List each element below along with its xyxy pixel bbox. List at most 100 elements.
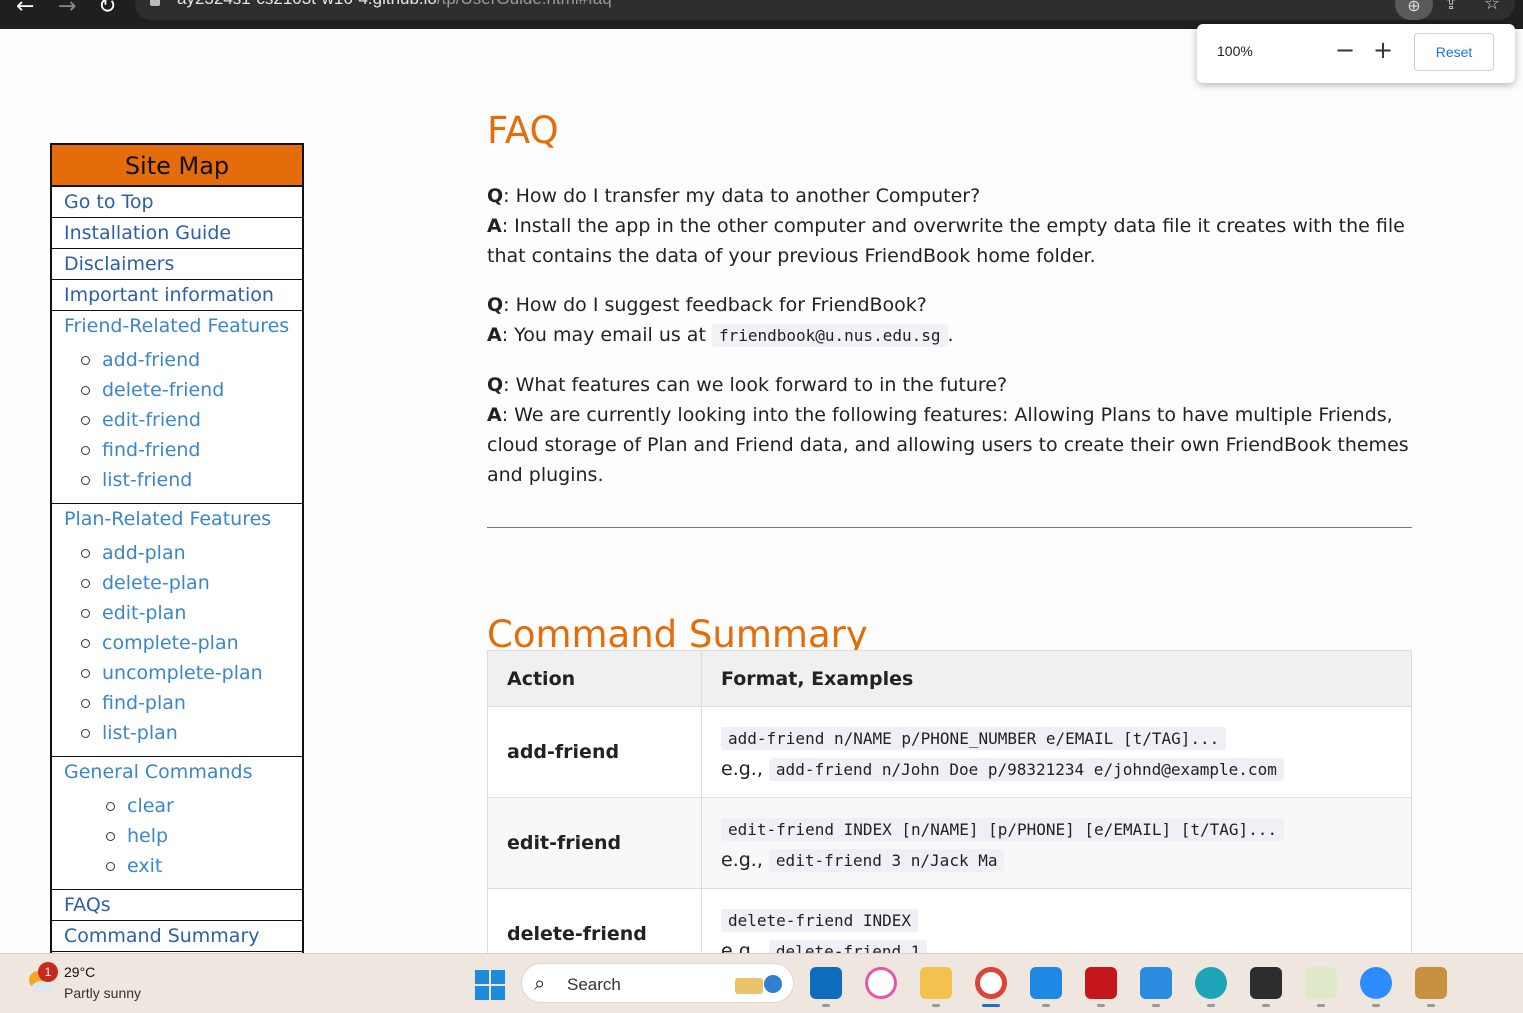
paint-running-indicator [1317,1004,1325,1007]
sitemap-link-plan-features[interactable]: Plan-Related Features [64,508,302,538]
question-label: Q [487,374,504,396]
answer-label: A [487,324,502,346]
sitemap-link-delete-plan[interactable]: delete-plan [64,568,302,598]
sitemap-link-installation-guide[interactable]: Installation Guide [52,218,302,249]
format-cell: edit-friend INDEX [n/NAME] [p/PHONE] [e/… [701,797,1412,889]
outlook-icon[interactable] [810,967,842,999]
sitemap-link-clear[interactable]: clear [64,791,302,821]
notepad-icon[interactable] [1140,967,1172,999]
site-map: Site Map Go to Top Installation Guide Di… [50,143,304,955]
terminal-running-indicator [1262,1004,1270,1007]
section-divider [487,527,1412,528]
column-header-format: Format, Examples [701,650,1412,707]
sitemap-link-uncomplete-plan[interactable]: uncomplete-plan [64,658,302,688]
format-code: add-friend n/NAME p/PHONE_NUMBER e/EMAIL… [721,727,1227,750]
question-text: : How do I suggest feedback for FriendBo… [503,294,927,316]
edge-icon[interactable] [1195,967,1227,999]
weather-condition[interactable]: Partly sunny [64,985,141,1001]
zoom-reset-button[interactable]: Reset [1414,33,1494,71]
example-code: add-friend n/John Doe p/98321234 e/johnd… [768,758,1284,781]
back-icon[interactable]: ← [16,0,34,19]
sitemap-general-group: General Commands clear help exit [52,757,302,890]
zoom-in-button[interactable]: + [1373,36,1393,64]
sitemap-link-friend-features[interactable]: Friend-Related Features [64,315,302,345]
contacts-icon[interactable] [1415,967,1447,999]
zoom-popup: 100% − + Reset [1197,24,1515,83]
forward-icon[interactable]: → [58,0,76,19]
vscode-icon[interactable] [1030,967,1062,999]
file-explorer-icon[interactable] [920,967,952,999]
sitemap-link-important-information[interactable]: Important information [52,280,302,311]
sitemap-link-find-plan[interactable]: find-plan [64,688,302,718]
sitemap-link-add-friend[interactable]: add-friend [64,345,302,375]
sitemap-link-complete-plan[interactable]: complete-plan [64,628,302,658]
zoom-icon[interactable] [1360,967,1392,999]
faq-item: Q: What features can we look forward to … [487,370,1412,490]
answer-label: A [487,215,502,237]
sitemap-link-find-friend[interactable]: find-friend [64,435,302,465]
sitemap-link-edit-plan[interactable]: edit-plan [64,598,302,628]
sitemap-link-list-friend[interactable]: list-friend [64,465,302,495]
main-content: FAQ Q: How do I transfer my data to anot… [487,105,1412,661]
zoom-running-indicator [1372,1004,1380,1007]
site-map-title: Site Map [52,145,302,187]
example-code: edit-friend 3 n/Jack Ma [768,849,1005,872]
format-code: edit-friend INDEX [n/NAME] [p/PHONE] [e/… [721,818,1285,841]
sitemap-link-delete-friend[interactable]: delete-friend [64,375,302,405]
search-placeholder: Search [567,975,621,994]
table-header-row: Action Format, Examples [487,650,1412,707]
sitemap-plan-group: Plan-Related Features add-plan delete-pl… [52,504,302,757]
chrome-active-indicator [982,1004,1000,1007]
search-highlight-icon [735,975,782,994]
sitemap-link-disclaimers[interactable]: Disclaimers [52,249,302,280]
question-label: Q [487,294,504,316]
action-cell: edit-friend [487,797,702,889]
notification-badge: 1 [38,962,58,982]
url-text[interactable]: ay2324s1-cs2103t-w16-4.github.io/tp/User… [177,0,612,9]
notepad-running-indicator [1152,1004,1160,1007]
share-icon[interactable]: ⇪ [1444,0,1458,14]
sitemap-link-edit-friend[interactable]: edit-friend [64,405,302,435]
sitemap-link-general-commands[interactable]: General Commands [64,761,302,791]
reload-icon[interactable]: ↻ [98,0,116,19]
sitemap-friend-group: Friend-Related Features add-friend delet… [52,311,302,504]
format-cell: add-friend n/NAME p/PHONE_NUMBER e/EMAIL… [701,706,1412,798]
sitemap-link-help[interactable]: help [64,821,302,851]
edge-running-indicator [1207,1004,1215,1007]
itunes-icon[interactable] [865,967,897,999]
table-row: add-friend add-friend n/NAME p/PHONE_NUM… [487,706,1412,798]
format-code: delete-friend INDEX [721,909,919,932]
column-header-action: Action [487,650,702,707]
sitemap-link-command-summary[interactable]: Command Summary [52,921,302,952]
windows-taskbar: 1 29°C Partly sunny ⌕ Search [0,953,1523,1013]
answer-text-end: . [947,324,954,346]
example-label: e.g., [721,758,763,780]
terminal-icon[interactable] [1250,967,1282,999]
url-path: /tp/UserGuide.html#faq [437,0,612,8]
sitemap-link-add-plan[interactable]: add-plan [64,538,302,568]
question-label: Q [487,185,504,207]
lock-icon[interactable] [150,0,160,6]
sitemap-link-exit[interactable]: exit [64,851,302,881]
question-text: : What features can we look forward to i… [503,374,1008,396]
email-code: friendbook@u.nus.edu.sg [711,324,948,347]
explorer-running-indicator [932,1004,940,1007]
vscode-running-indicator [1042,1004,1050,1007]
temperature[interactable]: 29°C [64,964,95,980]
sitemap-link-list-plan[interactable]: list-plan [64,718,302,748]
zoom-out-button[interactable]: − [1335,36,1355,64]
url-host: ay2324s1-cs2103t-w16-4.github.io [177,0,437,8]
answer-label: A [487,404,502,426]
faq-item: Q: How do I suggest feedback for FriendB… [487,290,1412,351]
sitemap-link-go-to-top[interactable]: Go to Top [52,187,302,218]
paint-icon[interactable] [1305,967,1337,999]
acrobat-icon[interactable] [1085,967,1117,999]
search-icon: ⌕ [534,971,546,995]
example-label: e.g., [721,849,763,871]
acrobat-running-indicator [1097,1004,1105,1007]
sitemap-link-faqs[interactable]: FAQs [52,890,302,921]
bookmark-star-icon[interactable]: ☆ [1484,0,1500,14]
windows-start-icon[interactable] [475,970,505,1000]
chrome-icon[interactable] [975,967,1007,999]
answer-text: : Install the app in the other computer … [487,215,1405,267]
